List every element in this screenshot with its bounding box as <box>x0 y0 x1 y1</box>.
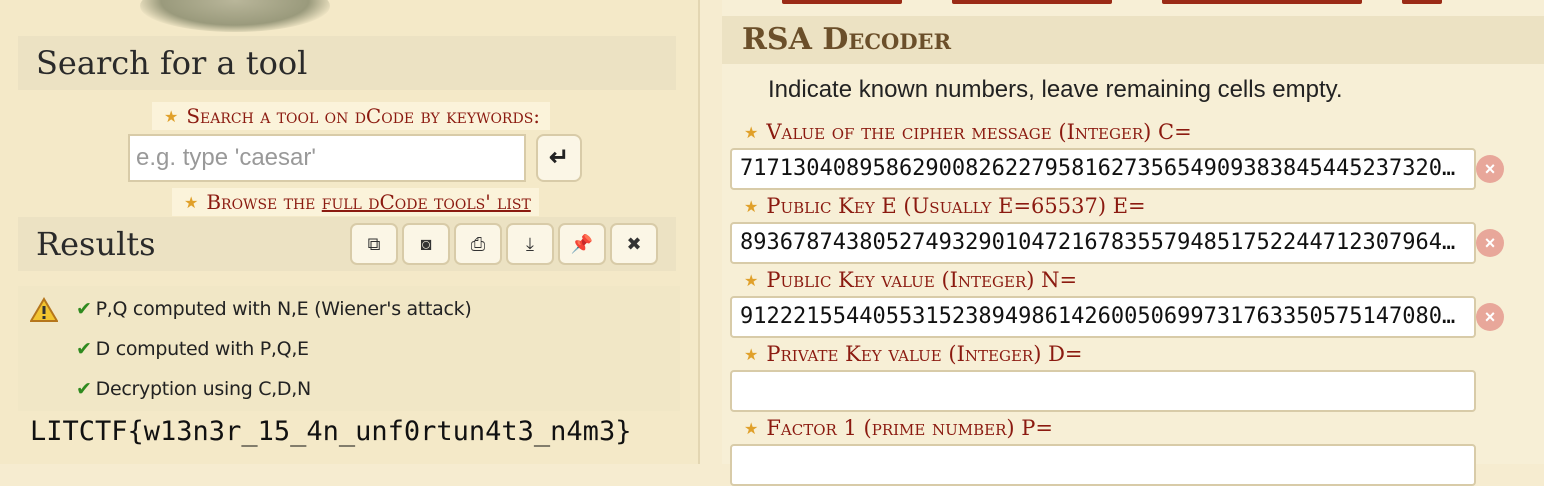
clear-x-icon: × <box>1484 159 1496 179</box>
star-icon: ★ <box>744 197 759 216</box>
star-icon: ★ <box>744 419 759 438</box>
field-label-text: Private Key value (Integer) D= <box>766 342 1083 366</box>
header-illustration <box>140 0 330 32</box>
checkmark-icon: ✔ <box>76 378 92 400</box>
camera-icon: ◙ <box>420 234 432 254</box>
page-title: RSA Decoder <box>722 16 1544 64</box>
clipped-top-text <box>782 0 1482 8</box>
clear-x-icon: × <box>1484 233 1496 253</box>
right-panel: RSA Decoder Indicate known numbers, leav… <box>722 0 1544 486</box>
result-text: P,Q computed with N,E (Wiener's attack) <box>95 298 472 320</box>
clear-x-icon: × <box>1484 307 1496 327</box>
copy-button[interactable]: ⧉ <box>350 223 398 265</box>
public-key-e-input[interactable]: 8936787438052749329010472167835579485175… <box>730 222 1476 264</box>
cipher-message-input[interactable]: 7171304089586290082622795816273565490938… <box>730 148 1476 190</box>
pin-button[interactable]: 📌 <box>558 223 606 265</box>
copy-icon: ⧉ <box>367 234 381 254</box>
search-input[interactable]: e.g. type 'caesar' <box>128 134 526 182</box>
private-key-d-input[interactable] <box>730 370 1476 412</box>
search-submit-button[interactable]: ↵ <box>536 134 582 182</box>
browse-prefix: Browse the <box>206 190 322 214</box>
screenshot-button[interactable]: ◙ <box>402 223 450 265</box>
field-label-text: Public Key E (Usually E=65537) E= <box>766 194 1146 218</box>
factor-p-label: ★ Factor 1 (prime number) P= <box>744 414 1053 442</box>
left-panel: Search for a tool ★ Search a tool on dCod… <box>0 0 700 464</box>
star-icon: ★ <box>184 193 199 212</box>
warning-icon <box>30 297 58 322</box>
clear-e-button[interactable]: × <box>1476 229 1504 257</box>
download-button[interactable]: ⤓ <box>506 223 554 265</box>
public-key-n-input[interactable]: 9122215544055315238949861426005069973176… <box>730 296 1476 338</box>
download-icon: ⤓ <box>526 234 534 254</box>
star-icon: ★ <box>744 345 759 364</box>
instructions-text: Indicate known numbers, leave remaining … <box>768 76 1343 103</box>
result-line: ✔ Decryption using C,D,N <box>76 378 311 400</box>
star-icon: ★ <box>164 107 179 126</box>
search-label: ★ Search a tool on dCode by keywords: <box>152 102 551 130</box>
print-icon: ⎙ <box>470 234 486 254</box>
result-line: ✔ P,Q computed with N,E (Wiener's attack) <box>76 298 472 320</box>
checkmark-icon: ✔ <box>76 298 92 320</box>
factor-p-input[interactable] <box>730 444 1476 486</box>
field-label-text: Public Key value (Integer) N= <box>766 268 1078 292</box>
private-key-d-label: ★ Private Key value (Integer) D= <box>744 340 1083 368</box>
search-label-text: Search a tool on dCode by keywords: <box>186 104 541 128</box>
checkmark-icon: ✔ <box>76 338 92 360</box>
cipher-message-label: ★ Value of the cipher message (Integer) C… <box>744 118 1192 146</box>
clear-cipher-button[interactable]: × <box>1476 155 1504 183</box>
star-icon: ★ <box>744 271 759 290</box>
browse-tools-link[interactable]: full dCode tools' list <box>322 190 531 214</box>
print-button[interactable]: ⎙ <box>454 223 502 265</box>
result-text: Decryption using C,D,N <box>95 378 312 400</box>
result-line: ✔ D computed with P,Q,E <box>76 338 309 360</box>
enter-icon: ↵ <box>548 144 570 171</box>
browse-tools-link-row: ★ Browse the full dCode tools' list <box>172 188 539 216</box>
close-icon: ✖ <box>626 234 642 254</box>
field-label-text: Factor 1 (prime number) P= <box>766 416 1054 440</box>
public-key-n-label: ★ Public Key value (Integer) N= <box>744 266 1077 294</box>
close-results-button[interactable]: ✖ <box>610 223 658 265</box>
public-key-e-label: ★ Public Key E (Usually E=65537) E= <box>744 192 1146 220</box>
field-label-text: Value of the cipher message (Integer) C= <box>766 120 1192 144</box>
pin-icon: 📌 <box>570 234 594 254</box>
clear-n-button[interactable]: × <box>1476 303 1504 331</box>
search-section-header: Search for a tool <box>18 36 676 90</box>
decrypted-flag: LITCTF{w13n3r_15_4n_unf0rtun4t3_n4m3} <box>30 416 632 447</box>
star-icon: ★ <box>744 123 759 142</box>
result-text: D computed with P,Q,E <box>95 338 309 360</box>
